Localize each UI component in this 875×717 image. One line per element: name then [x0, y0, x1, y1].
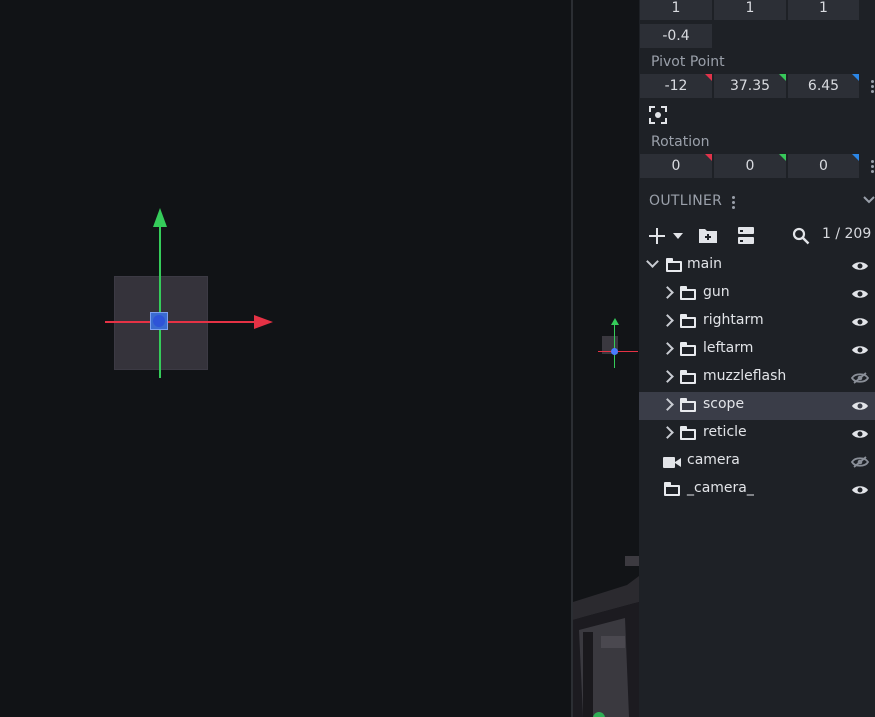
outliner-item-camera[interactable]: camera — [639, 448, 875, 476]
chevron-right-icon[interactable] — [661, 286, 674, 299]
outliner-item-label: camera — [687, 452, 740, 468]
outliner-item-label: rightarm — [703, 312, 764, 328]
y-axis-marker-icon — [779, 74, 786, 81]
eye-icon[interactable] — [851, 400, 869, 412]
sort-hierarchy-icon[interactable] — [737, 226, 755, 245]
scene-geometry — [573, 556, 639, 717]
outliner-item-scope[interactable]: scope — [639, 392, 875, 420]
rotation-label: Rotation — [651, 134, 710, 150]
outliner-item-muzzleflash[interactable]: muzzleflash — [639, 364, 875, 392]
outliner-item-label: leftarm — [703, 340, 754, 356]
x-axis-marker-icon — [705, 74, 712, 81]
rotation-y-field[interactable]: 0 — [714, 154, 786, 178]
chevron-right-icon[interactable] — [661, 370, 674, 383]
scale-x-value: 1 — [671, 0, 681, 16]
folder-icon — [664, 482, 680, 496]
x-axis-gizmo[interactable] — [105, 321, 260, 323]
viewport-main[interactable] — [0, 0, 571, 717]
mini-x-axis — [598, 351, 638, 352]
eye-icon[interactable] — [851, 344, 869, 356]
outliner-item-rightarm[interactable]: rightarm — [639, 308, 875, 336]
search-icon[interactable] — [792, 227, 810, 245]
outliner-item-label: _camera_ — [687, 480, 754, 496]
scale-x-field[interactable]: 1 — [640, 0, 712, 20]
eye-hidden-icon[interactable] — [851, 372, 869, 384]
x-axis-arrow-icon[interactable] — [254, 315, 273, 329]
outliner-title: OUTLINER — [649, 193, 723, 209]
scale-z-value: 1 — [819, 0, 828, 16]
folder-icon — [680, 398, 696, 412]
scale-y-value: 1 — [745, 0, 755, 16]
inflate-value: -0.4 — [662, 28, 690, 44]
pivot-y-field[interactable]: 37.35 — [714, 74, 786, 98]
pivot-dot-icon[interactable] — [153, 315, 165, 327]
camera-icon — [663, 457, 681, 468]
outliner-item-label: gun — [703, 284, 730, 300]
scale-y-field[interactable]: 1 — [714, 0, 786, 20]
element-counter: 1 / 209 — [822, 226, 872, 242]
rotation-x-field[interactable]: 0 — [640, 154, 712, 178]
folder-icon — [680, 314, 696, 328]
folder-icon — [666, 258, 682, 272]
outliner-item-main[interactable]: main — [639, 252, 875, 280]
rotation-x-value: 0 — [671, 158, 681, 174]
outliner-item-label: reticle — [703, 424, 747, 440]
add-group-icon[interactable] — [698, 227, 718, 244]
outliner-item-_camera_[interactable]: _camera_ — [639, 476, 875, 504]
outliner-item-label: muzzleflash — [703, 368, 787, 384]
rotation-y-value: 0 — [745, 158, 755, 174]
collapse-panel-chevron-icon[interactable] — [863, 196, 875, 204]
y-axis-gizmo[interactable] — [159, 224, 161, 378]
pivot-point-label: Pivot Point — [651, 54, 725, 70]
chevron-right-icon[interactable] — [661, 426, 674, 439]
x-axis-marker-icon — [705, 154, 712, 161]
chevron-right-icon[interactable] — [661, 398, 674, 411]
pivot-x-value: -12 — [664, 78, 688, 94]
outliner-menu-icon[interactable] — [732, 196, 735, 211]
chevron-right-icon[interactable] — [661, 342, 674, 355]
eye-icon[interactable] — [851, 288, 869, 300]
scale-z-field[interactable]: 1 — [788, 0, 859, 20]
mini-pivot-icon — [611, 348, 618, 355]
outliner-item-gun[interactable]: gun — [639, 280, 875, 308]
y-axis-marker-icon — [779, 154, 786, 161]
outliner-item-label: main — [687, 256, 722, 272]
add-element-icon[interactable] — [648, 227, 666, 245]
rotation-z-field[interactable]: 0 — [788, 154, 859, 178]
folder-icon — [680, 426, 696, 440]
eye-hidden-icon[interactable] — [851, 456, 869, 468]
y-axis-arrow-icon[interactable] — [153, 208, 167, 227]
rotation-z-value: 0 — [819, 158, 828, 174]
eye-icon[interactable] — [851, 260, 869, 272]
pivot-z-field[interactable]: 6.45 — [788, 74, 859, 98]
z-axis-marker-icon — [852, 154, 859, 161]
mini-y-arrow-icon — [611, 318, 619, 325]
outliner-item-label: scope — [703, 396, 745, 412]
rotation-menu-icon[interactable] — [871, 160, 874, 175]
chevron-right-icon[interactable] — [661, 314, 674, 327]
viewport-secondary[interactable] — [573, 0, 639, 717]
z-axis-marker-icon — [852, 74, 859, 81]
folder-icon — [680, 370, 696, 384]
add-dropdown-chevron-icon[interactable] — [673, 233, 683, 239]
eye-icon[interactable] — [851, 316, 869, 328]
pivot-menu-icon[interactable] — [871, 80, 874, 95]
chevron-down-icon[interactable] — [646, 255, 659, 268]
pivot-z-value: 6.45 — [807, 78, 840, 94]
eye-icon[interactable] — [851, 428, 869, 440]
mini-y-axis — [614, 324, 615, 368]
properties-panel: 1 1 1 -0.4 Pivot Point -12 37.35 6.45 Ro… — [639, 0, 875, 717]
inflate-field[interactable]: -0.4 — [640, 24, 712, 48]
center-pivot-icon[interactable] — [649, 106, 667, 124]
outliner-item-leftarm[interactable]: leftarm — [639, 336, 875, 364]
pivot-y-value: 37.35 — [729, 78, 771, 94]
outliner-item-reticle[interactable]: reticle — [639, 420, 875, 448]
eye-icon[interactable] — [851, 484, 869, 496]
folder-icon — [680, 342, 696, 356]
folder-icon — [680, 286, 696, 300]
pivot-x-field[interactable]: -12 — [640, 74, 712, 98]
